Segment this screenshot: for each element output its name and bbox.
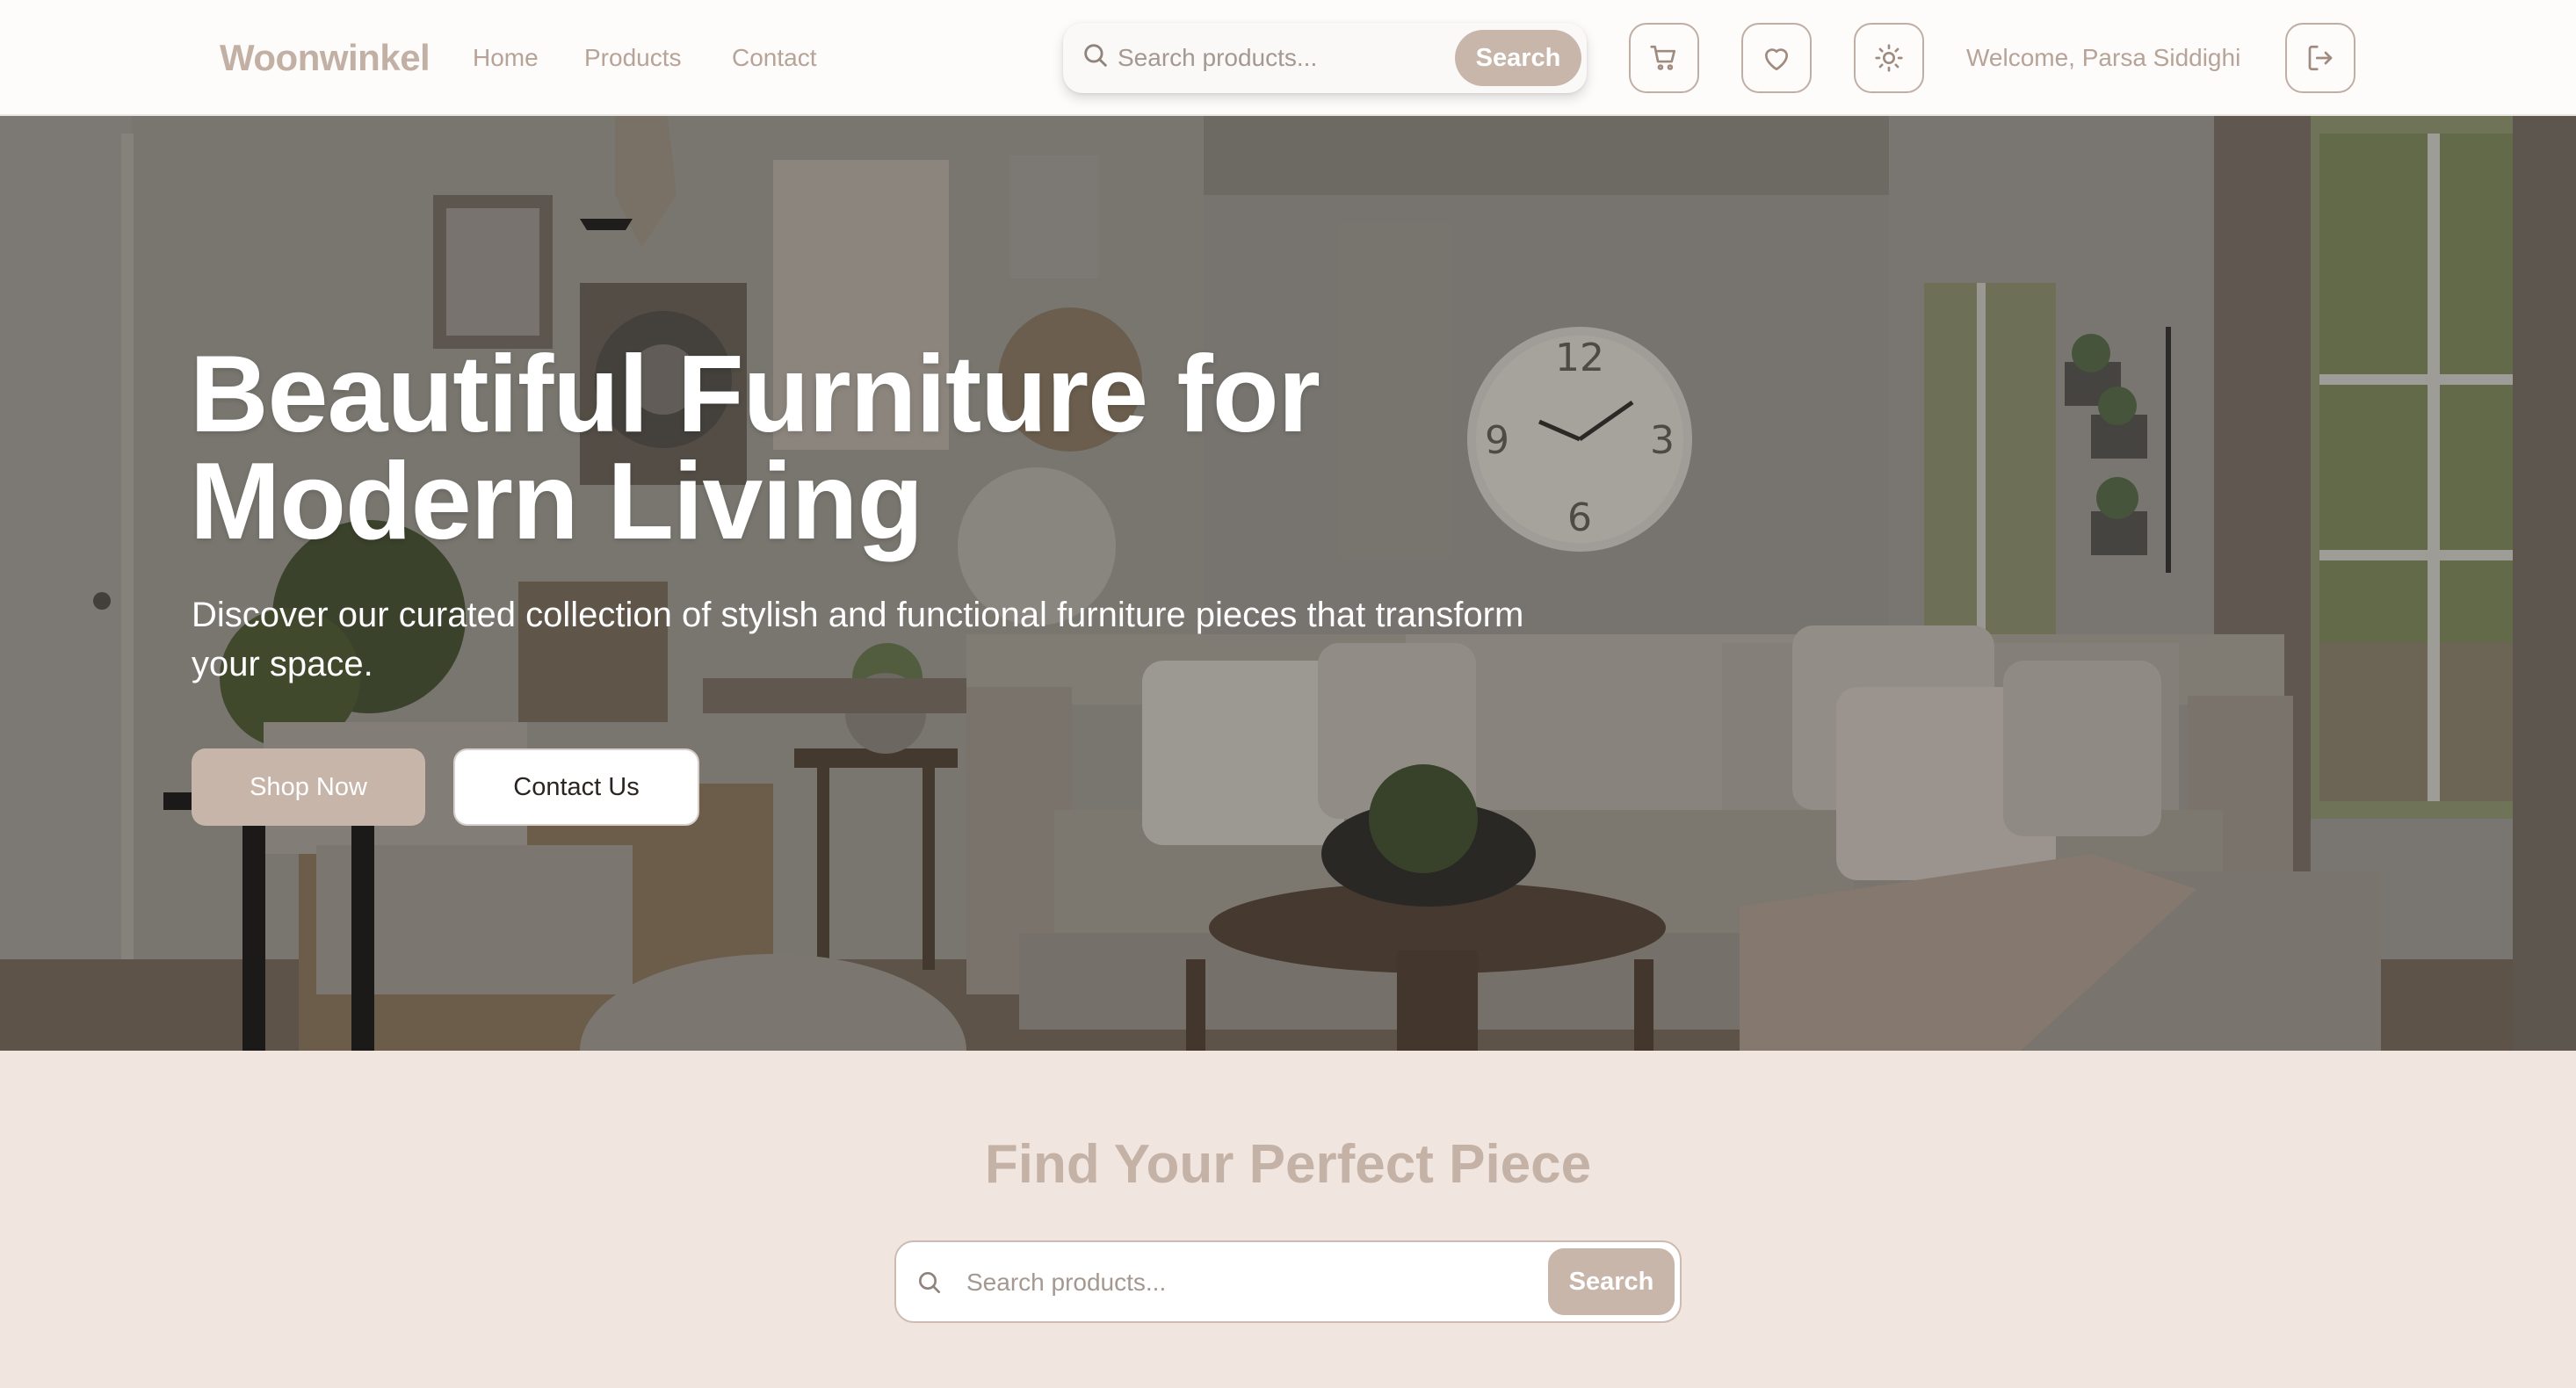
cart-button[interactable] (1629, 23, 1699, 93)
theme-toggle-button[interactable] (1854, 23, 1924, 93)
hero-title-line-2: Modern Living (190, 441, 923, 562)
header-search-button[interactable]: Search (1455, 30, 1581, 86)
sun-icon (1875, 44, 1903, 72)
favorites-button[interactable] (1741, 23, 1812, 93)
shop-now-button[interactable]: Shop Now (192, 748, 425, 826)
nav-link-home[interactable]: Home (473, 42, 539, 74)
hero-title: Beautiful Furniture for Modern Living (190, 334, 1508, 562)
header-search-bar: Search (1063, 23, 1587, 93)
search-icon (919, 1272, 940, 1293)
logout-icon (2308, 45, 2333, 71)
nav-link-contact[interactable]: Contact (732, 42, 817, 74)
hero-dark-overlay (0, 116, 2576, 1051)
contact-us-button[interactable]: Contact Us (453, 748, 699, 826)
brand-logo[interactable]: Woonwinkel (220, 35, 431, 81)
hero-title-line-1: Beautiful Furniture for (190, 334, 1321, 455)
welcome-message: Welcome, Parsa Siddighi (1966, 44, 2241, 71)
find-search-button[interactable]: Search (1548, 1248, 1675, 1315)
find-section-title: Find Your Perfect Piece (984, 1134, 1592, 1195)
find-search-bar: Search (894, 1240, 1682, 1323)
heart-icon (1764, 48, 1789, 71)
find-search-input[interactable] (966, 1263, 1546, 1302)
logout-button[interactable] (2285, 23, 2355, 93)
search-icon (1084, 44, 1107, 67)
navbar: Woonwinkel Home Products Contact Search … (0, 0, 2576, 116)
hero-subtitle: Discover our curated collection of styli… (192, 596, 1524, 683)
cart-icon (1650, 45, 1676, 70)
nav-link-products[interactable]: Products (584, 42, 682, 74)
hero-section: 12 3 6 9 Beautiful Furniture for Modern … (0, 116, 2576, 1051)
